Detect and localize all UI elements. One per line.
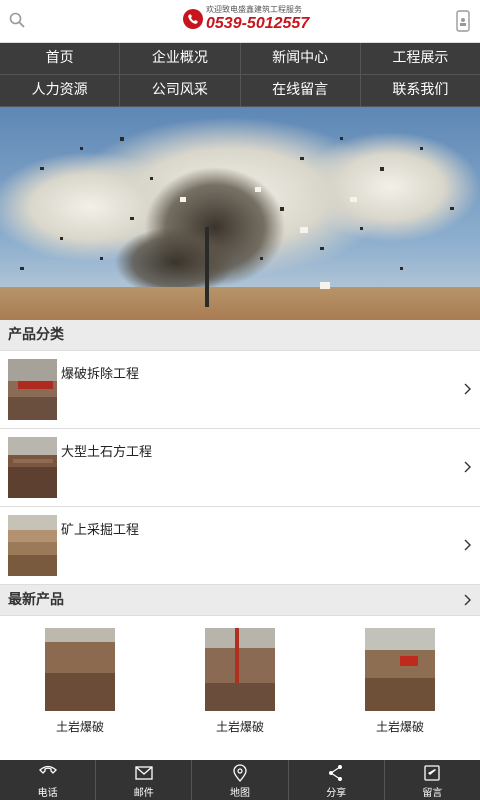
footer-map-label: 地图	[230, 788, 250, 799]
nav-projects[interactable]: 工程展示	[360, 43, 480, 75]
product-image	[205, 628, 275, 711]
latest-title: 最新产品	[8, 592, 64, 608]
product-image	[365, 628, 435, 711]
phone-icon	[38, 765, 57, 774]
category-label: 大型土石方工程	[61, 445, 153, 460]
category-thumbnail	[8, 515, 57, 576]
footer-share-label: 分享	[326, 788, 347, 799]
site-logo[interactable]: 欢迎致电盛鑫建筑工程服务 0539-5012557	[183, 6, 309, 32]
footer-share-button[interactable]: 分享	[289, 760, 385, 800]
main-nav: 首页 企业概况 新闻中心 工程展示 人力资源 公司风采 在线留言 联系我们	[0, 43, 480, 107]
footer-mail-button[interactable]: 邮件	[96, 760, 193, 800]
nav-home[interactable]: 首页	[0, 43, 121, 75]
category-thumbnail	[8, 437, 57, 498]
nav-contact[interactable]: 联系我们	[360, 75, 480, 107]
footer-phone-label: 电话	[37, 788, 58, 799]
nav-company-style[interactable]: 公司风采	[120, 75, 241, 107]
categories-title: 产品分类	[8, 327, 64, 343]
share-icon	[329, 765, 343, 781]
footer-phone-button[interactable]: 电话	[0, 760, 97, 800]
footer-mail-label: 邮件	[133, 788, 154, 799]
footer-message-label: 留言	[422, 788, 443, 799]
product-caption: 土岩爆破	[375, 720, 424, 734]
category-item[interactable]: 矿上采掘工程	[0, 507, 480, 585]
mobile-icon[interactable]	[456, 10, 470, 32]
nav-news[interactable]: 新闻中心	[240, 43, 361, 75]
search-icon[interactable]	[8, 11, 26, 29]
category-thumbnail	[8, 359, 57, 420]
product-image	[45, 628, 115, 711]
product-caption: 土岩爆破	[215, 720, 264, 734]
product-card[interactable]: 土岩爆破	[205, 628, 275, 735]
category-label: 爆破拆除工程	[61, 367, 140, 382]
header-slogan: 欢迎致电盛鑫建筑工程服务	[206, 5, 302, 14]
nav-online-message[interactable]: 在线留言	[240, 75, 361, 107]
map-pin-icon	[233, 764, 247, 782]
message-icon	[424, 765, 441, 781]
latest-products: 土岩爆破 土岩爆破 土岩爆破	[0, 616, 480, 764]
category-label: 矿上采掘工程	[61, 523, 140, 538]
footer-message-button[interactable]: 留言	[385, 760, 480, 800]
chevron-right-icon	[464, 383, 471, 395]
category-item[interactable]: 大型土石方工程	[0, 429, 480, 507]
mail-icon	[135, 766, 153, 780]
product-caption: 土岩爆破	[55, 720, 104, 734]
product-card[interactable]: 土岩爆破	[365, 628, 435, 735]
categories-header: 产品分类	[0, 320, 480, 351]
category-item[interactable]: 爆破拆除工程	[0, 351, 480, 429]
latest-header[interactable]: 最新产品	[0, 585, 480, 616]
chevron-right-icon	[464, 539, 471, 551]
header-phone-number: 0539-5012557	[206, 15, 310, 32]
chevron-right-icon	[464, 594, 471, 606]
product-card[interactable]: 土岩爆破	[45, 628, 115, 735]
explosion-image	[0, 107, 480, 320]
nav-hr[interactable]: 人力资源	[0, 75, 121, 107]
bottom-toolbar: 电话 邮件 地图 分享 留言	[0, 760, 480, 800]
footer-map-button[interactable]: 地图	[192, 760, 289, 800]
nav-company-overview[interactable]: 企业概况	[120, 43, 241, 75]
top-header: 欢迎致电盛鑫建筑工程服务 0539-5012557	[0, 0, 480, 43]
hero-banner[interactable]	[0, 107, 480, 320]
chevron-right-icon	[464, 461, 471, 473]
phone-logo-icon	[183, 9, 203, 29]
